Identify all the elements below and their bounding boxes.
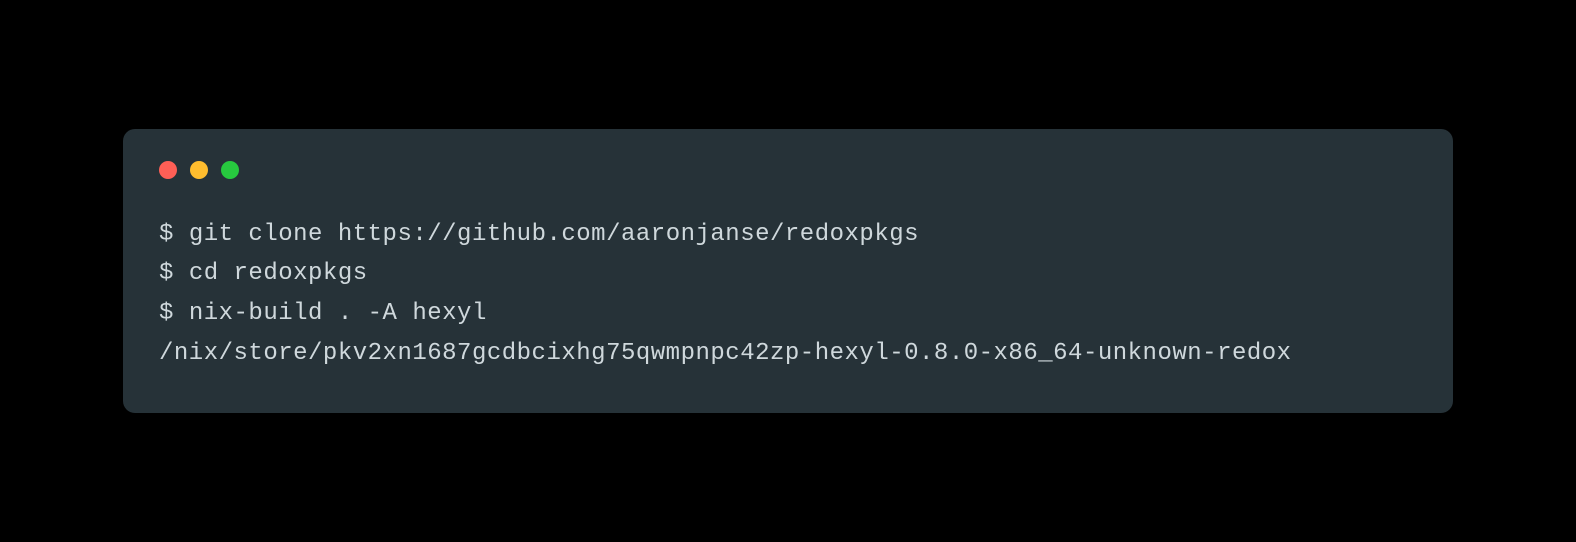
maximize-icon[interactable] [221,161,239,179]
close-icon[interactable] [159,161,177,179]
command-text: nix-build . -A hexyl [189,300,487,327]
prompt: $ [159,300,189,327]
minimize-icon[interactable] [190,161,208,179]
window-titlebar [159,161,1417,179]
command-text: cd redoxpkgs [189,260,368,287]
terminal-line: $ nix-build . -A hexyl [159,294,1417,334]
terminal-line: $ cd redoxpkgs [159,254,1417,294]
prompt: $ [159,221,189,248]
terminal-content[interactable]: $ git clone https://github.com/aaronjans… [159,215,1417,373]
terminal-output: /nix/store/pkv2xn1687gcdbcixhg75qwmpnpc4… [159,334,1417,374]
command-text: git clone https://github.com/aaronjanse/… [189,221,919,248]
prompt: $ [159,260,189,287]
terminal-line: $ git clone https://github.com/aaronjans… [159,215,1417,255]
terminal-window: $ git clone https://github.com/aaronjans… [123,129,1453,413]
